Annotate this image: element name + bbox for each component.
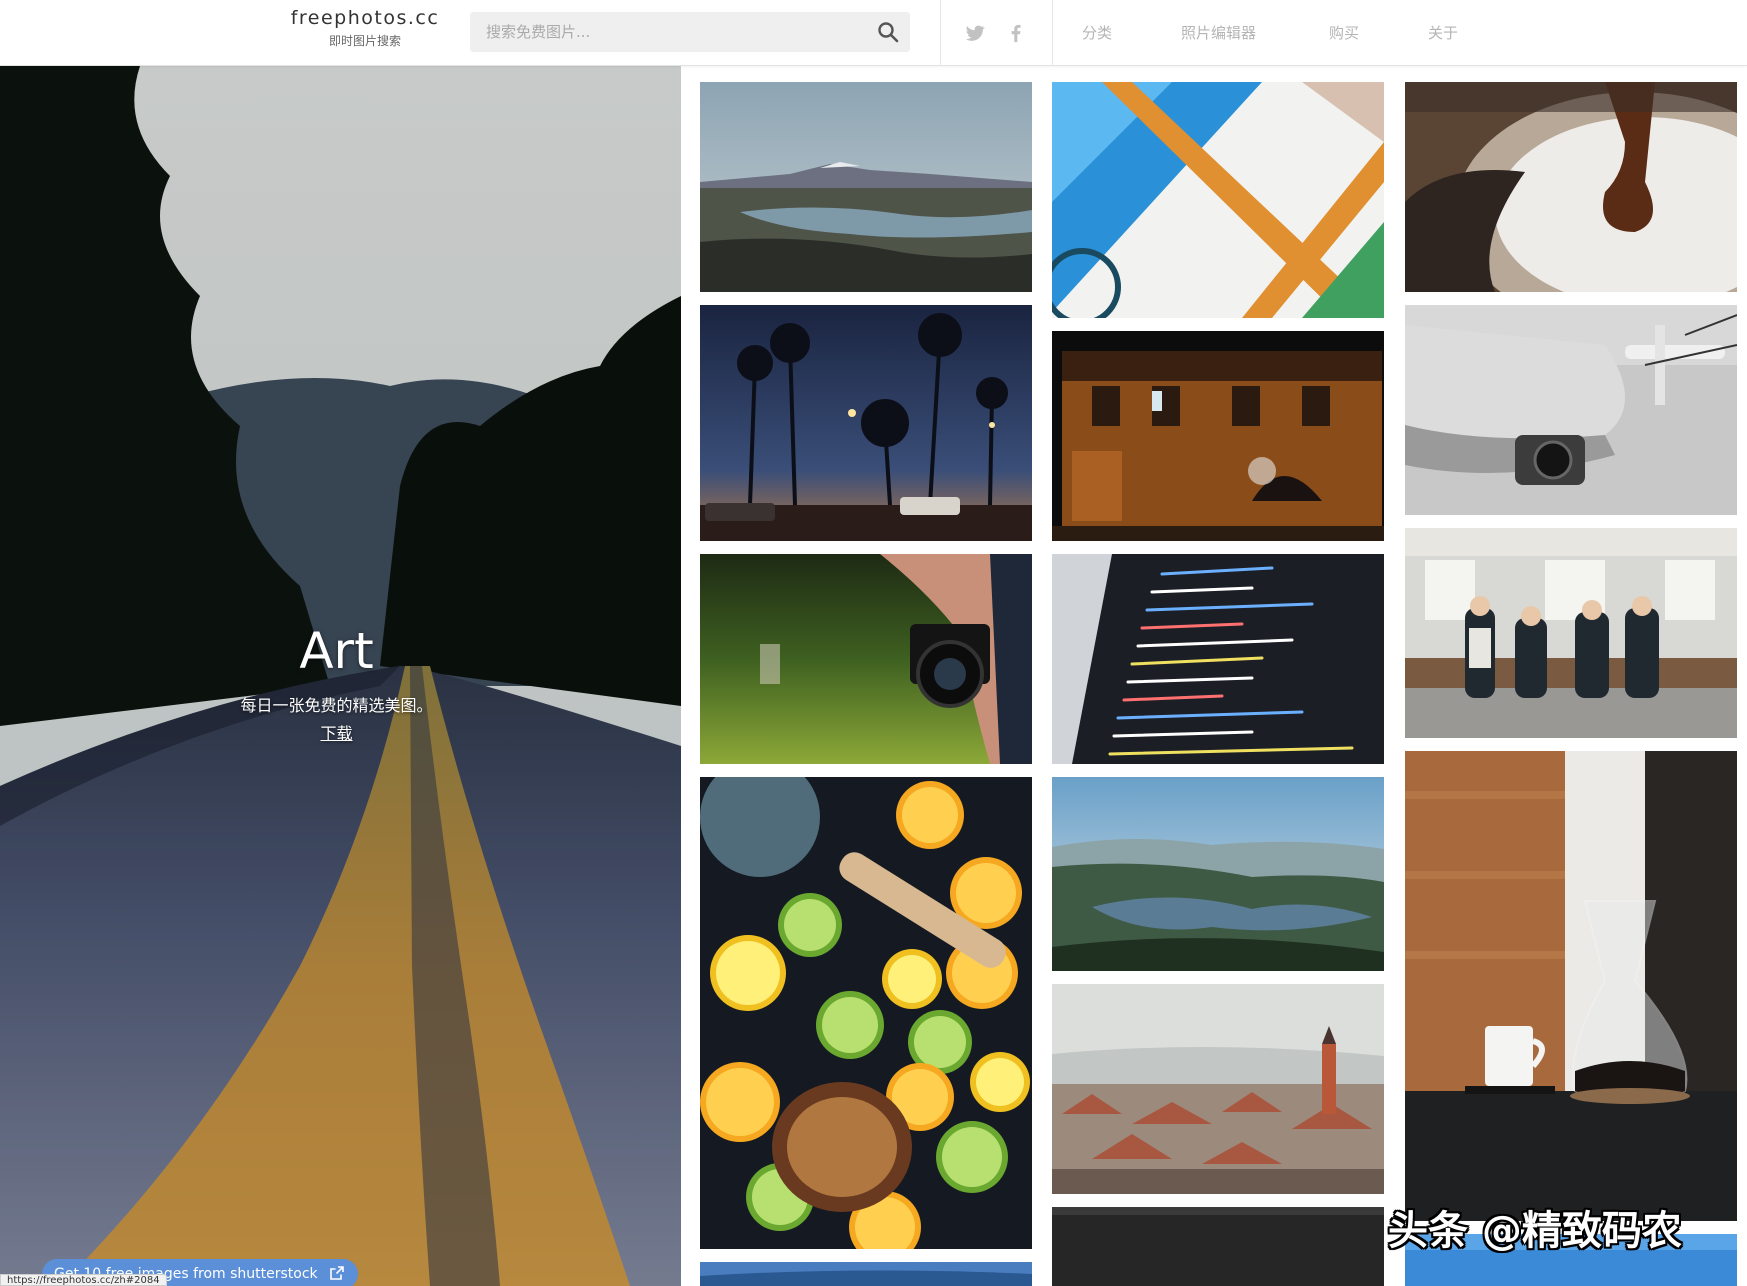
logo-tagline: 即时图片搜索 (328, 34, 401, 48)
hero-featured-photo[interactable]: Art 每日一张免费的精选美图。 下载 Get 10 free images f… (0, 66, 681, 1286)
search-icon[interactable] (876, 20, 900, 44)
photo-image (1052, 554, 1384, 764)
header-divider (940, 0, 941, 66)
photo-image (1405, 82, 1737, 292)
photo-painted-building-night[interactable] (1052, 331, 1384, 541)
external-link-icon (330, 1266, 344, 1280)
photo-image (1052, 777, 1384, 971)
photo-image (700, 777, 1032, 1249)
photo-image (700, 554, 1032, 764)
photo-old-town-rooftops[interactable] (1052, 984, 1384, 1194)
photo-image (1405, 528, 1737, 738)
photo-image (1052, 82, 1384, 318)
top-header: freephotos.cc 即时图片搜索 分类 照片编辑器 购买 关于 (0, 0, 1747, 66)
photo-mountain-lake-landscape[interactable] (700, 82, 1032, 292)
search-box (470, 12, 910, 52)
photo-image (700, 82, 1032, 292)
hero-download: 下载 (0, 720, 673, 744)
hero-download-link[interactable]: 下载 (320, 724, 352, 743)
photo-ocean-coast-partial[interactable] (700, 1262, 1032, 1286)
photo-subway-passengers[interactable] (1405, 528, 1737, 738)
photo-chocolate-pouring[interactable] (1405, 82, 1737, 292)
photo-palm-trees-night-street[interactable] (700, 305, 1032, 541)
photo-colorful-abstract-frames[interactable] (1052, 82, 1384, 318)
header-divider (1052, 0, 1053, 66)
photo-drone-closeup[interactable] (1405, 305, 1737, 515)
photo-hand-holding-camera[interactable] (700, 554, 1032, 764)
nav-photo-editor[interactable]: 照片编辑器 (1181, 22, 1256, 43)
photo-image (1052, 331, 1384, 541)
photo-lake-hills-aerial[interactable] (1052, 777, 1384, 971)
photo-image (1052, 984, 1384, 1194)
facebook-icon[interactable] (1005, 22, 1027, 44)
nav-about[interactable]: 关于 (1428, 22, 1458, 43)
status-bar-url: https://freephotos.cc/zh#2084 (0, 1274, 167, 1286)
watermark-text: 头条 @精致码农 (1388, 1208, 1682, 1254)
photo-image (700, 1262, 1032, 1286)
twitter-icon[interactable] (964, 22, 986, 44)
photo-image (1405, 305, 1737, 515)
photo-dark-partial[interactable] (1052, 1207, 1384, 1286)
photo-image (1405, 751, 1737, 1221)
photo-code-on-screen[interactable] (1052, 554, 1384, 764)
search-input[interactable] (470, 12, 860, 52)
logo-name: freephotos.cc (290, 7, 440, 29)
photo-citrus-fruits-flatlay[interactable] (700, 777, 1032, 1249)
photo-image (1052, 1207, 1384, 1286)
site-logo[interactable]: freephotos.cc 即时图片搜索 (285, 6, 445, 49)
nav-buy[interactable]: 购买 (1329, 22, 1359, 43)
photo-coffee-maker-table[interactable] (1405, 751, 1737, 1221)
hero-subtitle: 每日一张免费的精选美图。 (240, 696, 433, 715)
photo-image (700, 305, 1032, 541)
hero-title: Art (299, 622, 374, 680)
nav-categories[interactable]: 分类 (1082, 22, 1112, 43)
